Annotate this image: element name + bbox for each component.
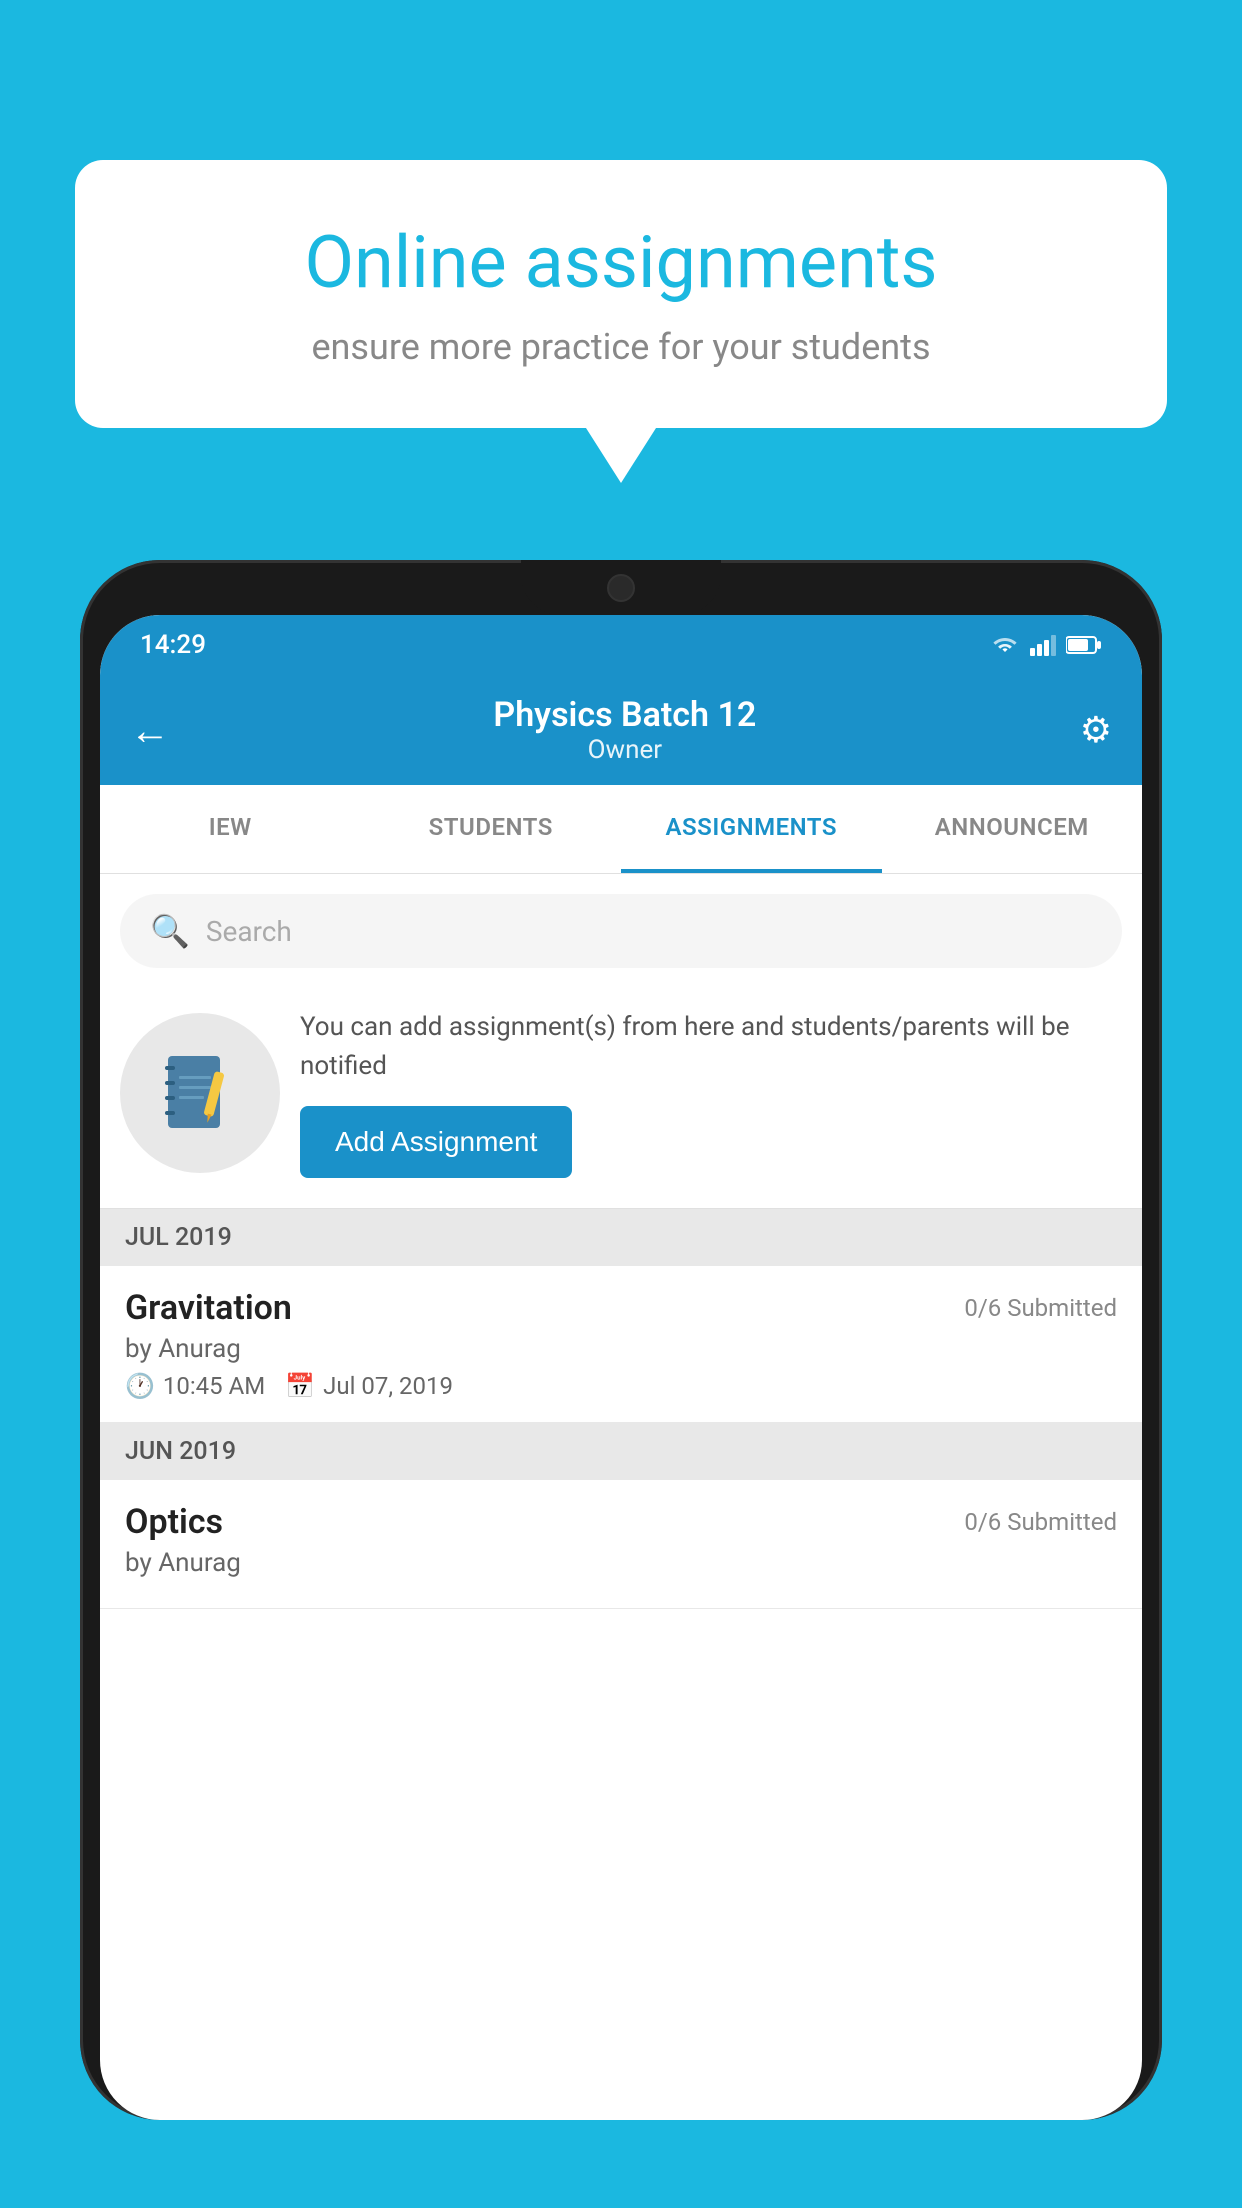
phone-container: 14:29 <box>80 560 1162 2208</box>
add-assignment-description: You can add assignment(s) from here and … <box>300 1008 1117 1086</box>
settings-button[interactable]: ⚙ <box>1080 709 1112 751</box>
section-header-jul: JUL 2019 <box>100 1209 1142 1266</box>
assignment-time: 10:45 AM <box>163 1372 265 1400</box>
assignment-submitted-optics: 0/6 Submitted <box>964 1508 1117 1536</box>
phone-screen: 14:29 <box>100 615 1142 2120</box>
status-bar: 14:29 <box>100 615 1142 675</box>
app-bar-title-main: Physics Batch 12 <box>493 695 756 735</box>
app-bar: ← Physics Batch 12 Owner ⚙ <box>100 675 1142 785</box>
tab-iew[interactable]: IEW <box>100 785 361 873</box>
assignment-meta-gravitation: 🕐 10:45 AM 📅 Jul 07, 2019 <box>125 1372 1117 1400</box>
add-assignment-button[interactable]: Add Assignment <box>300 1106 572 1178</box>
phone-camera <box>607 574 635 602</box>
clock-icon: 🕐 <box>125 1372 155 1400</box>
notebook-icon <box>163 1051 238 1136</box>
speech-bubble: Online assignments ensure more practice … <box>75 160 1167 428</box>
assignment-icon-circle <box>120 1013 280 1173</box>
assignment-name-optics: Optics <box>125 1502 223 1542</box>
tab-announcements[interactable]: ANNOUNCEM <box>882 785 1143 873</box>
search-icon: 🔍 <box>150 912 190 950</box>
back-button[interactable]: ← <box>130 707 170 754</box>
assignment-row1: Gravitation 0/6 Submitted <box>125 1288 1117 1328</box>
section-header-jun: JUN 2019 <box>100 1423 1142 1480</box>
add-assignment-section: You can add assignment(s) from here and … <box>100 988 1142 1209</box>
battery-icon <box>1066 635 1102 655</box>
calendar-icon: 📅 <box>285 1372 315 1400</box>
assignment-item-gravitation[interactable]: Gravitation 0/6 Submitted by Anurag 🕐 10… <box>100 1266 1142 1423</box>
speech-bubble-title: Online assignments <box>145 220 1097 306</box>
tab-assignments[interactable]: ASSIGNMENTS <box>621 785 882 873</box>
search-bar[interactable]: 🔍 Search <box>120 894 1122 968</box>
phone-notch <box>521 560 721 615</box>
wifi-icon <box>990 634 1020 656</box>
status-icons <box>990 634 1102 656</box>
assignment-row1-optics: Optics 0/6 Submitted <box>125 1502 1117 1542</box>
status-time: 14:29 <box>140 630 206 660</box>
signal-icon <box>1030 634 1056 656</box>
assignment-date-item: 📅 Jul 07, 2019 <box>285 1372 453 1400</box>
assignment-submitted-gravitation: 0/6 Submitted <box>964 1294 1117 1322</box>
phone-frame: 14:29 <box>80 560 1162 2120</box>
assignment-item-optics[interactable]: Optics 0/6 Submitted by Anurag <box>100 1480 1142 1609</box>
add-assignment-right: You can add assignment(s) from here and … <box>300 1008 1117 1178</box>
speech-bubble-container: Online assignments ensure more practice … <box>75 160 1167 483</box>
assignment-date: Jul 07, 2019 <box>323 1372 453 1400</box>
tab-students[interactable]: STUDENTS <box>361 785 622 873</box>
app-bar-title-area: Physics Batch 12 Owner <box>493 695 756 765</box>
search-placeholder: Search <box>206 915 292 948</box>
assignment-author-optics: by Anurag <box>125 1548 1117 1578</box>
speech-bubble-arrow <box>586 428 656 483</box>
app-bar-title-sub: Owner <box>493 735 756 765</box>
assignment-name-gravitation: Gravitation <box>125 1288 292 1328</box>
tabs-bar: IEW STUDENTS ASSIGNMENTS ANNOUNCEM <box>100 785 1142 874</box>
speech-bubble-subtitle: ensure more practice for your students <box>145 326 1097 368</box>
assignment-author-gravitation: by Anurag <box>125 1334 1117 1364</box>
assignment-time-item: 🕐 10:45 AM <box>125 1372 265 1400</box>
